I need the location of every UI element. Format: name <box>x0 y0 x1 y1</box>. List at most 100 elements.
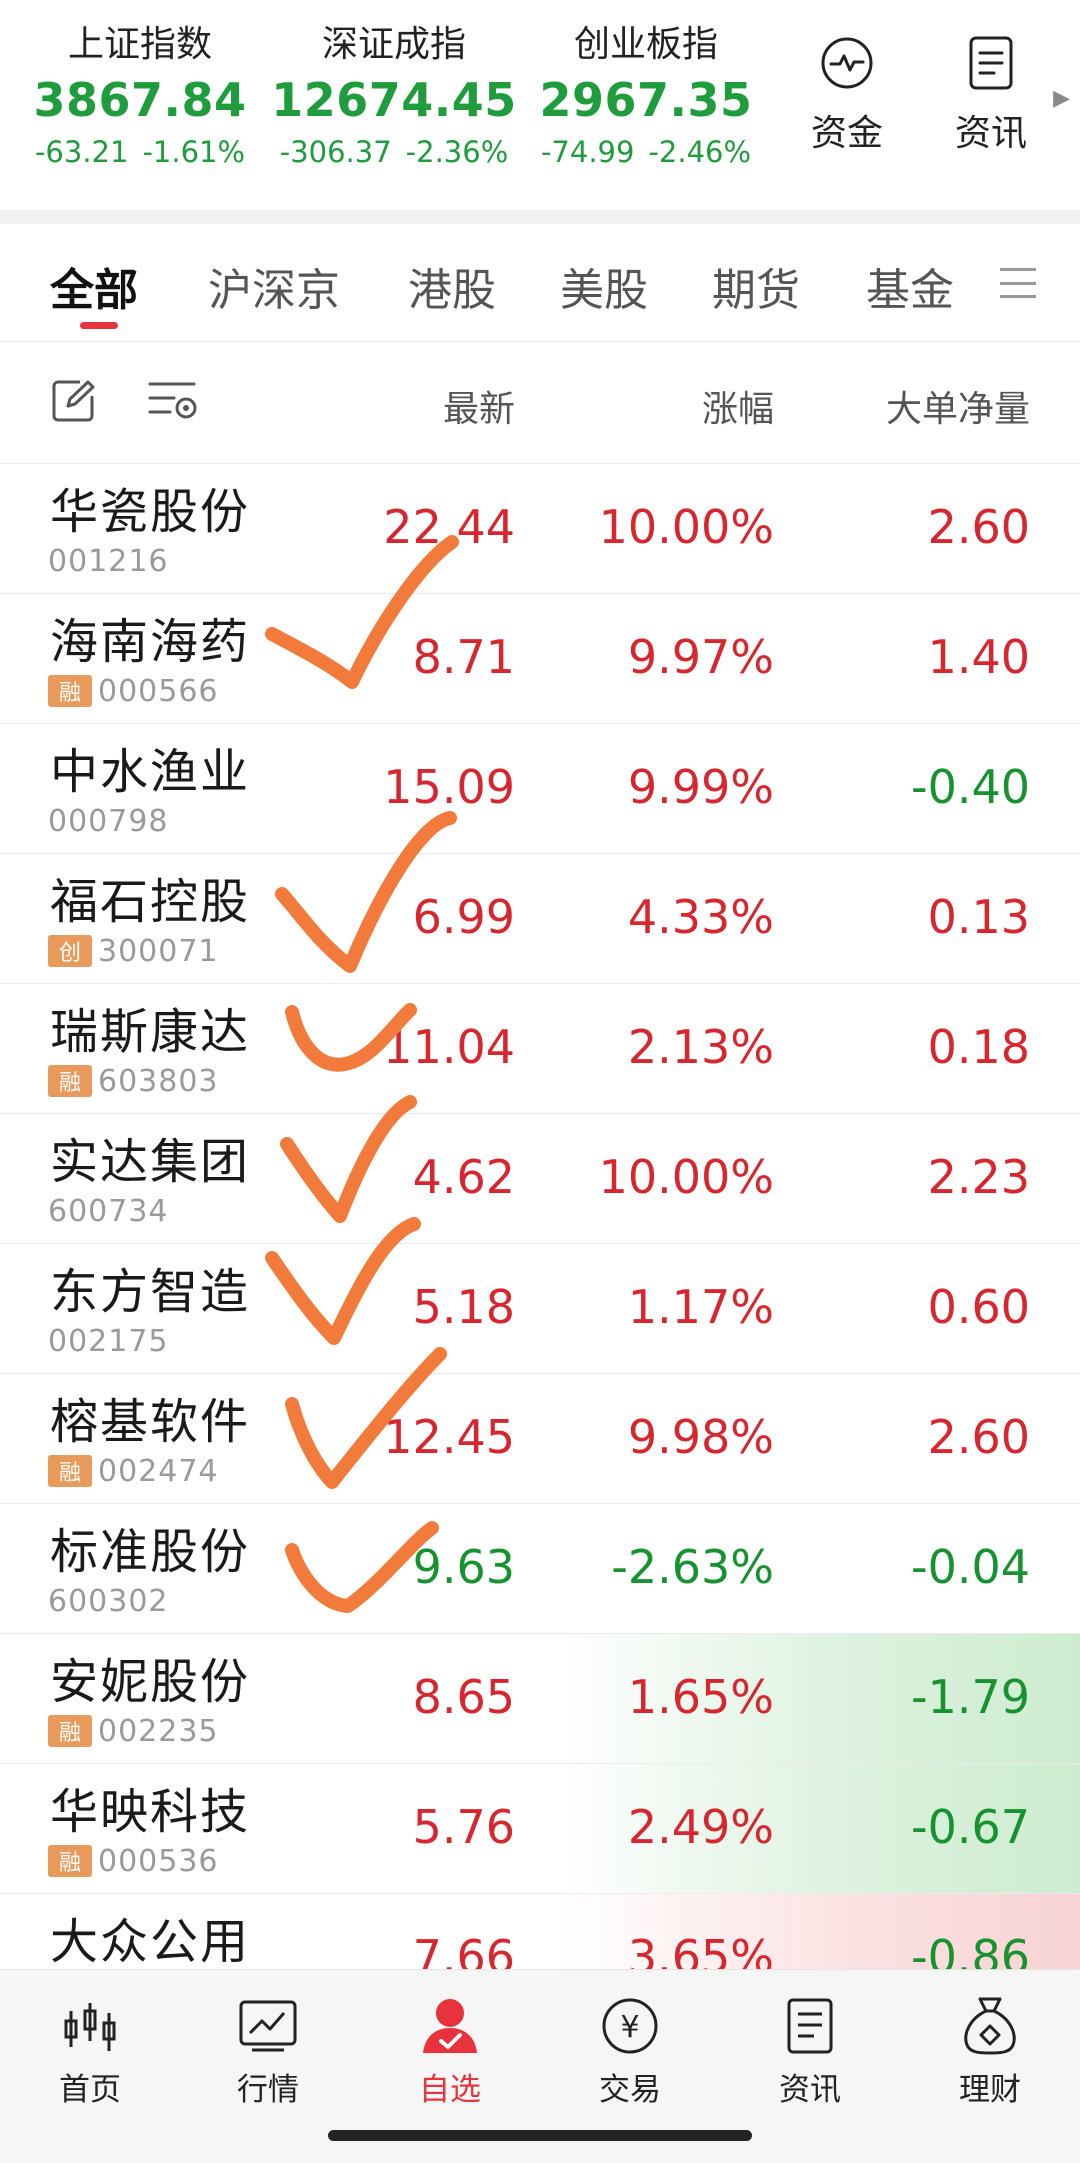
chart-trend-icon <box>198 1994 338 2058</box>
index-name: 深证成指 <box>321 24 466 65</box>
stock-code: 000798 <box>48 803 169 839</box>
column-big-order[interactable]: 大单净量 <box>886 380 1030 432</box>
stock-price: 6.99 <box>412 890 515 944</box>
news-label: 资讯 <box>954 113 1027 154</box>
index-shanghai[interactable]: 上证指数 3867.84 -63.21 -1.61% <box>10 22 270 172</box>
stock-name: 中水渔业 <box>50 744 251 800</box>
stock-change-pct: 1.65% <box>627 1670 774 1724</box>
scroll-right-icon[interactable]: ▶ <box>1053 86 1070 111</box>
index-bar: 上证指数 3867.84 -63.21 -1.61% 深证成指 12674.45 … <box>0 0 1080 210</box>
nav-label: 理财 <box>959 2072 1021 2108</box>
funds-button[interactable]: 资金 <box>792 34 902 156</box>
pulse-icon <box>818 34 876 92</box>
user-check-icon <box>380 1994 520 2058</box>
market-tabs: 全部 沪深京 港股 美股 期货 基金 <box>0 224 1080 342</box>
stock-big-order: 0.18 <box>927 1020 1030 1074</box>
nav-label: 交易 <box>599 2072 661 2108</box>
stock-code-line: 002175 <box>48 1324 169 1359</box>
stock-price: 12.45 <box>383 1410 515 1464</box>
stock-code-line: 融 000536 <box>48 1844 219 1879</box>
tab-hk[interactable]: 港股 <box>408 254 496 318</box>
section-divider <box>0 210 1080 224</box>
menu-icon[interactable] <box>1000 268 1036 298</box>
index-change-pct: -1.61% <box>142 135 246 169</box>
stock-price: 11.04 <box>383 1020 515 1074</box>
stock-code: 600734 <box>48 1193 169 1229</box>
stock-big-order: 2.23 <box>927 1150 1030 1204</box>
stock-code: 603803 <box>98 1063 219 1099</box>
tab-all[interactable]: 全部 <box>50 254 138 318</box>
stock-price: 15.09 <box>383 760 515 814</box>
stock-row[interactable]: 福石控股创 300071 6.99 4.33% 0.13 <box>0 854 1080 984</box>
stock-change-pct: 9.98% <box>627 1410 774 1464</box>
index-change-line: -63.21 -1.61% <box>10 132 270 172</box>
stock-price: 7.66 <box>412 1930 515 1969</box>
nav-home[interactable]: 首页 <box>20 1994 160 2109</box>
stock-row[interactable]: 海南海药融 000566 8.71 9.97% 1.40 <box>0 594 1080 724</box>
index-change: -306.37 <box>279 135 392 169</box>
stock-row[interactable]: 榕基软件融 002474 12.45 9.98% 2.60 <box>0 1374 1080 1504</box>
stock-row[interactable]: 实达集团 600734 4.62 10.00% 2.23 <box>0 1114 1080 1244</box>
stock-name: 瑞斯康达 <box>50 1004 251 1060</box>
stock-code: 600302 <box>48 1583 169 1619</box>
index-name: 创业板指 <box>573 24 718 65</box>
stock-badge: 融 <box>48 1065 92 1097</box>
news-button[interactable]: 资讯 <box>936 34 1046 156</box>
stock-price: 5.18 <box>412 1280 515 1334</box>
stock-row[interactable]: 东方智造 002175 5.18 1.17% 0.60 <box>0 1244 1080 1374</box>
index-change-line: -74.99 -2.46% <box>516 132 776 172</box>
stock-code: 000566 <box>98 673 219 709</box>
nav-label: 自选 <box>419 2072 481 2108</box>
stock-code-line: 001216 <box>48 544 169 579</box>
stock-name: 大众公用 <box>50 1914 251 1969</box>
stock-name: 实达集团 <box>50 1134 251 1190</box>
stock-name: 福石控股 <box>50 874 251 930</box>
tab-a-shares[interactable]: 沪深京 <box>208 254 340 318</box>
index-shenzhen[interactable]: 深证成指 12674.45 -306.37 -2.36% <box>264 22 524 172</box>
stock-name: 标准股份 <box>50 1524 251 1580</box>
stock-row[interactable]: 安妮股份融 002235 8.65 1.65% -1.79 <box>0 1634 1080 1764</box>
tab-us[interactable]: 美股 <box>560 254 648 318</box>
nav-market[interactable]: 行情 <box>198 1994 338 2109</box>
stock-code-line: 融 002235 <box>48 1714 219 1749</box>
stock-row[interactable]: 华映科技融 000536 5.76 2.49% -0.67 <box>0 1764 1080 1894</box>
nav-trade[interactable]: ¥ 交易 <box>560 1994 700 2109</box>
filter-settings-icon[interactable] <box>148 380 200 428</box>
stock-row[interactable]: 瑞斯康达融 603803 11.04 2.13% 0.18 <box>0 984 1080 1114</box>
index-chinext[interactable]: 创业板指 2967.35 -74.99 -2.46% <box>516 22 776 172</box>
stock-row[interactable]: 中水渔业 000798 15.09 9.99% -0.40 <box>0 724 1080 854</box>
stock-badge: 融 <box>48 675 92 707</box>
candlestick-icon <box>20 1994 160 2058</box>
stock-badge: 融 <box>48 1715 92 1747</box>
nav-watchlist[interactable]: 自选 <box>380 1994 520 2109</box>
home-indicator[interactable] <box>328 2130 752 2141</box>
stock-row[interactable]: 华瓷股份 001216 22.44 10.00% 2.60 <box>0 464 1080 594</box>
svg-text:¥: ¥ <box>620 2010 639 2045</box>
tab-funds[interactable]: 基金 <box>866 254 954 318</box>
nav-wealth[interactable]: 理财 <box>920 1994 1060 2109</box>
nav-news[interactable]: 资讯 <box>740 1994 880 2109</box>
column-latest[interactable]: 最新 <box>443 380 515 432</box>
active-tab-indicator <box>80 322 118 329</box>
stock-price: 8.65 <box>412 1670 515 1724</box>
stock-badge: 融 <box>48 1455 92 1487</box>
stock-name: 安妮股份 <box>50 1654 251 1710</box>
edit-icon[interactable] <box>50 378 96 428</box>
index-value: 2967.35 <box>539 73 753 127</box>
stock-row[interactable]: 大众公用 7.66 3.65% -0.86 <box>0 1894 1080 1969</box>
stock-name: 华瓷股份 <box>50 484 251 540</box>
stock-price: 9.63 <box>412 1540 515 1594</box>
column-change-pct[interactable]: 涨幅 <box>702 380 774 432</box>
stock-code: 002474 <box>98 1453 219 1489</box>
index-change: -63.21 <box>34 135 129 169</box>
tab-futures[interactable]: 期货 <box>712 254 800 318</box>
stock-big-order: -1.79 <box>910 1670 1030 1724</box>
stock-big-order: 2.60 <box>927 500 1030 554</box>
stock-name: 东方智造 <box>50 1264 251 1320</box>
stock-price: 4.62 <box>412 1150 515 1204</box>
index-change-pct: -2.46% <box>648 135 752 169</box>
stock-row[interactable]: 标准股份 600302 9.63 -2.63% -0.04 <box>0 1504 1080 1634</box>
stock-change-pct: -2.63% <box>611 1540 774 1594</box>
stock-change-pct: 9.99% <box>627 760 774 814</box>
index-change: -74.99 <box>540 135 635 169</box>
